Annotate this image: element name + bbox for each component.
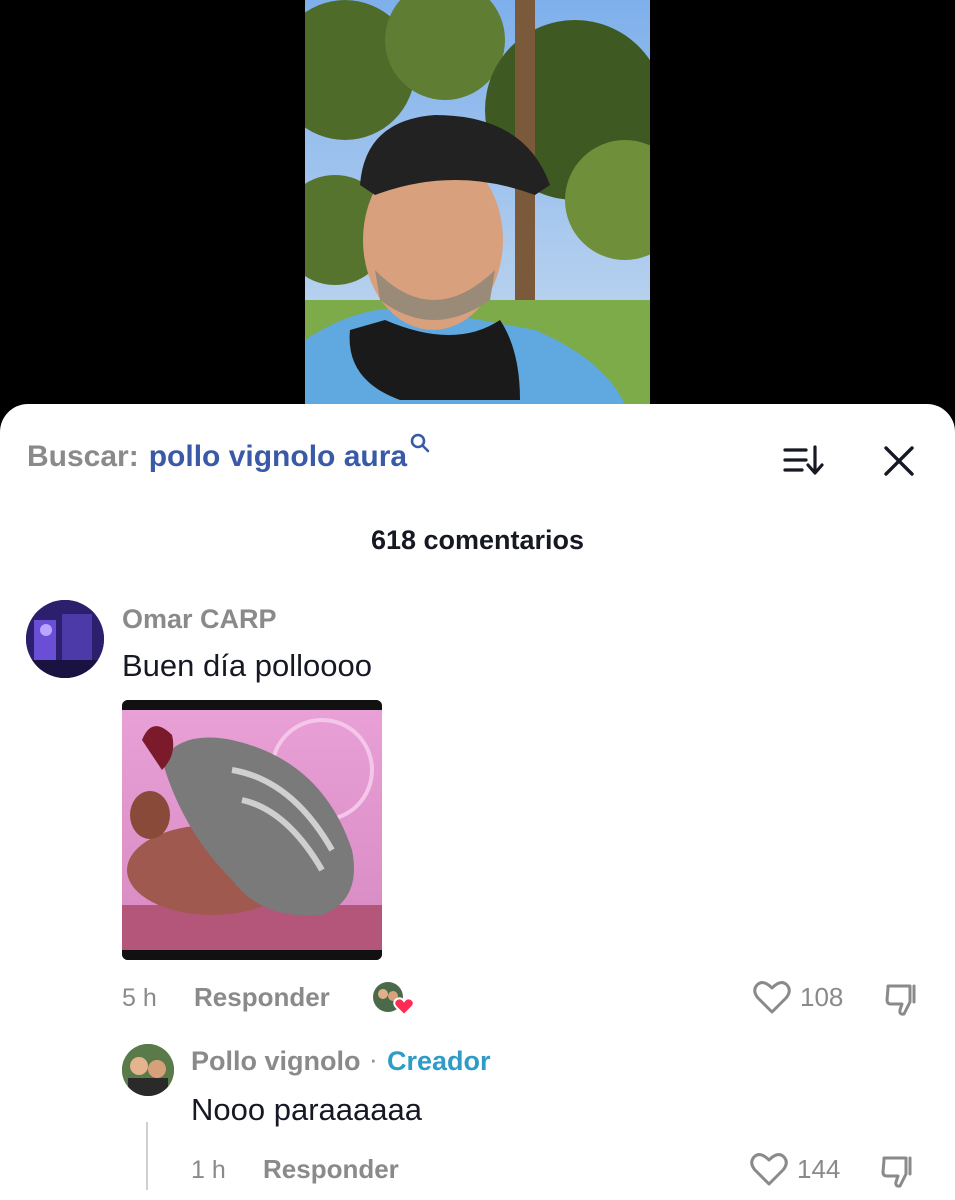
close-icon[interactable]: [880, 442, 918, 480]
dislike-icon[interactable]: [884, 980, 922, 1018]
comments-sheet: Buscar: pollo vignolo aura 618 comentari…: [0, 404, 955, 1200]
search-query[interactable]: pollo vignolo aura: [149, 440, 407, 474]
reply-reply-button[interactable]: Responder: [263, 1154, 399, 1185]
comments-count: 618 comentarios: [370, 525, 585, 555]
video-thumbnail: [305, 0, 650, 405]
search-prefix: Buscar:: [27, 440, 139, 473]
heart-icon: [393, 997, 415, 1017]
reply-username[interactable]: Pollo vignolo: [191, 1046, 361, 1077]
reply-time: 1 h: [191, 1156, 226, 1184]
reply-text: Nooo paraaaaaa: [191, 1092, 422, 1127]
comment-time: 5 h: [122, 984, 157, 1012]
separator-dot: ·: [369, 1044, 378, 1074]
reply-like-button[interactable]: 144: [749, 1151, 840, 1187]
comment-text: Buen día polloooo: [122, 648, 372, 683]
reply-avatar[interactable]: [122, 1044, 174, 1096]
like-count: 108: [800, 981, 844, 1012]
dislike-icon[interactable]: [880, 1152, 918, 1190]
creator-badge: Creador: [387, 1046, 491, 1076]
search-icon[interactable]: [409, 432, 431, 454]
comment-sticker-image[interactable]: [122, 700, 382, 960]
creator-liked-indicator: [372, 979, 416, 1019]
avatar[interactable]: [26, 600, 104, 678]
heart-icon[interactable]: [752, 979, 792, 1015]
thread-line: [146, 1122, 148, 1190]
reply-like-count: 144: [797, 1153, 841, 1184]
video-player[interactable]: [0, 0, 955, 420]
sort-icon[interactable]: [782, 442, 824, 478]
comment-username[interactable]: Omar CARP: [122, 604, 277, 635]
search-bar[interactable]: Buscar: pollo vignolo aura: [27, 433, 431, 480]
reply-button[interactable]: Responder: [194, 982, 330, 1013]
heart-icon[interactable]: [749, 1151, 789, 1187]
like-button[interactable]: 108: [752, 979, 843, 1015]
